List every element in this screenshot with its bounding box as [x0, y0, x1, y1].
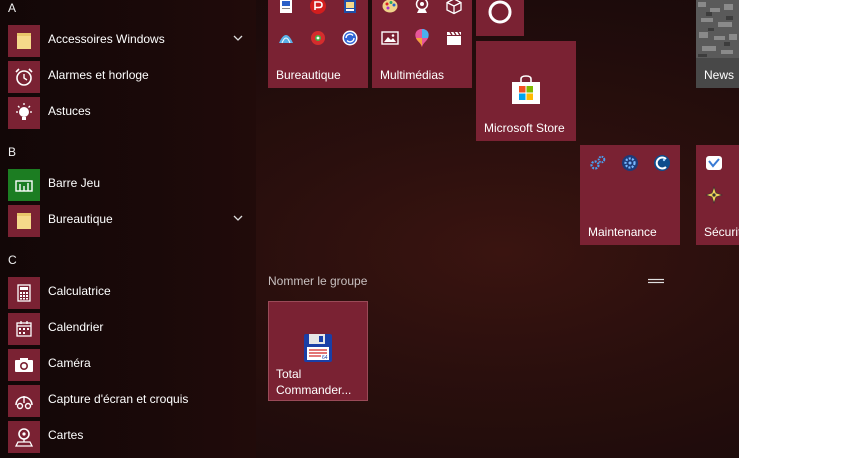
maps-icon — [8, 421, 40, 453]
compass-icon — [704, 185, 724, 205]
gears-icon — [588, 153, 608, 173]
shell-app-icon — [276, 28, 296, 48]
pdf-reader-icon — [308, 0, 328, 16]
letter-header-a[interactable]: A — [8, 1, 16, 17]
letter-header-b[interactable]: B — [8, 145, 16, 161]
tile-maintenance[interactable]: Maintenance — [580, 145, 680, 245]
tile-label: Sécurit — [704, 225, 739, 239]
paint-icon — [380, 0, 400, 16]
app-calculatrice[interactable]: Calculatrice — [0, 275, 256, 311]
app-label: Cartes — [48, 428, 84, 442]
tile-label: News — [704, 68, 735, 82]
sync-app-icon — [340, 28, 360, 48]
snip-sketch-icon — [8, 385, 40, 417]
app-camera[interactable]: Caméra — [0, 347, 256, 383]
folder-icon — [8, 25, 40, 57]
office-document-icon — [340, 0, 360, 16]
tile-cortana[interactable] — [476, 0, 524, 36]
tile-bureautique[interactable]: Bureautique — [268, 0, 368, 88]
app-cartes[interactable]: Cartes — [0, 419, 256, 455]
tile-label-line2: Commander... — [276, 383, 352, 397]
app-label: Calculatrice — [48, 284, 111, 298]
start-menu: A Accessoires Windows Alarmes et horloge… — [0, 0, 739, 458]
document-icon — [276, 0, 296, 16]
cleaner-icon — [652, 153, 672, 173]
shopping-bag-icon — [512, 75, 540, 104]
settings-gear-icon — [620, 153, 640, 173]
drag-handle-icon[interactable] — [648, 277, 664, 285]
alarm-clock-icon — [8, 61, 40, 93]
shield-check-icon — [704, 153, 724, 173]
svg-text:64: 64 — [322, 355, 328, 361]
tile-label: Maintenance — [588, 225, 657, 239]
app-label: Bureautique — [48, 212, 113, 226]
app-calendrier[interactable]: Calendrier — [0, 311, 256, 347]
calculator-icon — [8, 277, 40, 309]
chevron-down-icon[interactable] — [232, 32, 244, 44]
tile-multimedias[interactable]: Multimédias — [372, 0, 472, 88]
cortana-ring-icon — [488, 0, 512, 24]
3d-cube-icon — [444, 0, 464, 16]
tile-label: Bureautique — [276, 68, 341, 82]
webcam-icon — [412, 0, 432, 16]
app-label: Alarmes et horloge — [48, 68, 149, 82]
chevron-down-icon[interactable] — [232, 212, 244, 224]
group-name-placeholder[interactable]: Nommer le groupe — [268, 274, 367, 288]
xbox-game-bar-icon — [8, 169, 40, 201]
app-label: Caméra — [48, 356, 91, 370]
lightbulb-icon — [8, 97, 40, 129]
app-list: A Accessoires Windows Alarmes et horloge… — [0, 0, 256, 458]
camera-icon — [8, 349, 40, 381]
app-accessoires-windows[interactable]: Accessoires Windows — [0, 23, 256, 59]
tile-news[interactable]: News — [696, 0, 739, 88]
app-astuces[interactable]: Astuces — [0, 95, 256, 131]
tile-label: Multimédias — [380, 68, 445, 82]
paint3d-icon — [412, 28, 432, 48]
app-barre-jeu[interactable]: Barre Jeu — [0, 167, 256, 203]
folder-icon — [8, 205, 40, 237]
app-label: Astuces — [48, 104, 91, 118]
app-label: Capture d'écran et croquis — [48, 392, 189, 406]
calendar-icon — [8, 313, 40, 345]
app-label: Calendrier — [48, 320, 104, 334]
tile-label: Microsoft Store — [484, 121, 565, 135]
letter-header-c[interactable]: C — [8, 253, 17, 269]
app-label: Accessoires Windows — [48, 32, 165, 46]
clapperboard-icon — [444, 28, 464, 48]
tile-securite[interactable]: Sécurit — [696, 145, 739, 245]
app-label: Barre Jeu — [48, 176, 101, 190]
red-app-icon — [308, 28, 328, 48]
app-bureautique[interactable]: Bureautique — [0, 203, 256, 239]
app-capture-ecran[interactable]: Capture d'écran et croquis — [0, 383, 256, 419]
tile-label-line1: Total — [276, 367, 302, 381]
tile-microsoft-store[interactable]: Microsoft Store — [476, 41, 576, 141]
photos-icon — [380, 28, 400, 48]
floppy-disk-icon: 64 — [304, 334, 332, 362]
tile-total-commander[interactable]: 64 Total Commander... — [268, 301, 368, 401]
app-alarmes-horloge[interactable]: Alarmes et horloge — [0, 59, 256, 95]
